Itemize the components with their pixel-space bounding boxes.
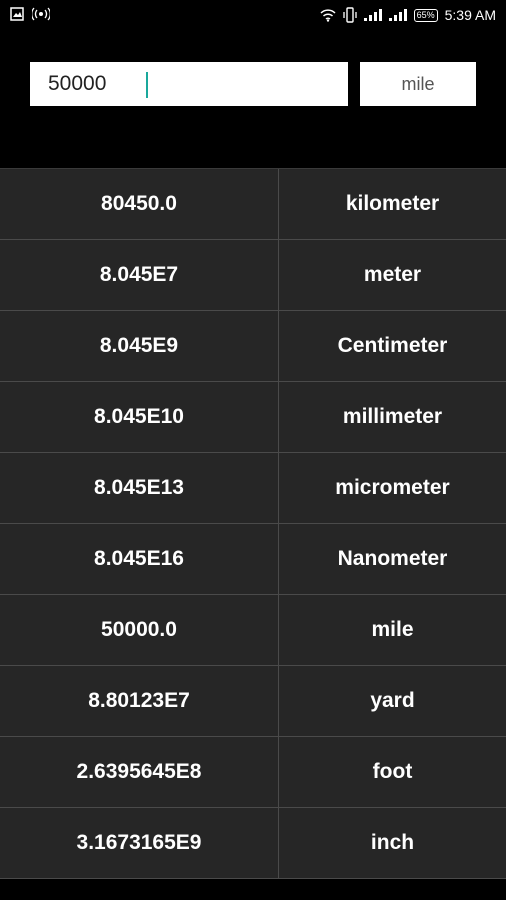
battery-icon: 65% xyxy=(413,8,438,22)
gallery-icon xyxy=(10,7,24,21)
result-row: 3.1673165E9 inch xyxy=(0,808,506,879)
app-screen: 65% 5:39 AM mile 80450.0 kilometer 8.045E7… xyxy=(0,0,506,900)
result-value: 80450.0 xyxy=(0,169,279,239)
result-row: 80450.0 kilometer xyxy=(0,168,506,240)
vibrate-icon xyxy=(342,7,357,23)
result-row: 8.045E7 meter xyxy=(0,240,506,311)
status-bar: 65% 5:39 AM xyxy=(0,0,506,32)
value-input[interactable] xyxy=(30,62,348,106)
result-value: 8.045E13 xyxy=(0,453,279,523)
result-row: 2.6395645E8 foot xyxy=(0,737,506,808)
result-unit: foot xyxy=(372,760,413,783)
results-table: 80450.0 kilometer 8.045E7 meter 8.045E9 Centi… xyxy=(0,168,506,879)
unit-selector[interactable]: mile xyxy=(360,62,476,106)
status-time: 5:39 AM xyxy=(444,7,496,23)
signal-icon xyxy=(363,9,382,21)
result-row: 8.045E16 Nanometer xyxy=(0,524,506,595)
result-unit: micrometer xyxy=(335,476,450,499)
signal-icon xyxy=(388,9,407,21)
hotspot-icon xyxy=(32,7,50,21)
text-caret xyxy=(146,72,148,98)
result-value: 8.045E10 xyxy=(0,382,279,452)
result-row: 8.045E13 micrometer xyxy=(0,453,506,524)
result-unit: kilometer xyxy=(345,192,440,215)
result-row: 8.80123E7 yard xyxy=(0,666,506,737)
result-unit: yard xyxy=(370,689,415,712)
result-value: 8.045E7 xyxy=(0,240,279,310)
result-unit: mile xyxy=(371,618,414,641)
result-unit: Centimeter xyxy=(337,334,448,357)
result-unit: inch xyxy=(370,831,415,854)
result-value: 3.1673165E9 xyxy=(0,808,279,878)
result-row: 50000.0 mile xyxy=(0,595,506,666)
result-value: 2.6395645E8 xyxy=(0,737,279,807)
wifi-icon xyxy=(320,8,336,22)
converter-input-row: mile xyxy=(30,62,476,106)
result-row: 8.045E10 millimeter xyxy=(0,382,506,453)
result-value: 8.80123E7 xyxy=(0,666,279,736)
status-bar-right: 65% 5:39 AM xyxy=(320,7,496,23)
status-bar-left xyxy=(10,7,50,21)
result-unit: meter xyxy=(363,263,422,286)
result-value: 8.045E9 xyxy=(0,311,279,381)
result-unit: millimeter xyxy=(342,405,443,428)
result-value: 50000.0 xyxy=(0,595,279,665)
result-unit: Nanometer xyxy=(337,547,448,570)
result-row: 8.045E9 Centimeter xyxy=(0,311,506,382)
result-value: 8.045E16 xyxy=(0,524,279,594)
